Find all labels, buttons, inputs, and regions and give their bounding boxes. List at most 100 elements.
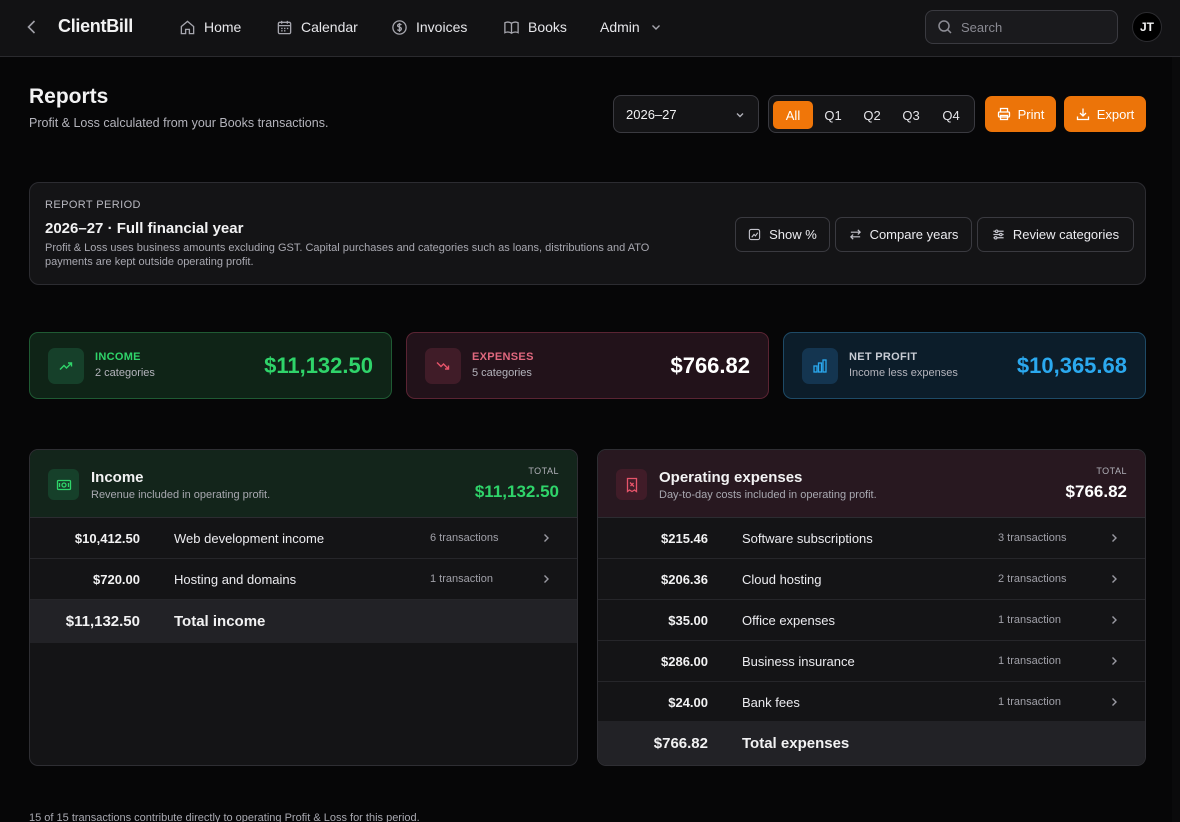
expenses-table-panel: Operating expenses Day-to-day costs incl… — [597, 449, 1146, 766]
page-scrollbar[interactable] — [1172, 57, 1180, 822]
chevron-down-icon — [734, 109, 746, 121]
expense-row[interactable]: $24.00 Bank fees 1 transaction — [598, 682, 1145, 723]
swap-arrows-icon — [849, 228, 862, 241]
income-stat-sub: 2 categories — [95, 367, 155, 379]
row-transaction-count: 1 transaction — [998, 655, 1061, 667]
row-transaction-count: 3 transactions — [998, 532, 1067, 544]
nav-invoices[interactable]: Invoices — [391, 17, 467, 37]
show-percent-button[interactable]: Show % — [735, 217, 830, 252]
chevron-right-icon — [1108, 532, 1120, 544]
page-subtitle: Profit & Loss calculated from your Books… — [29, 116, 329, 130]
row-transaction-count: 1 transaction — [998, 696, 1061, 708]
row-amount: $206.36 — [661, 572, 708, 587]
nav-admin-dropdown[interactable]: Admin — [600, 17, 662, 37]
row-transaction-count: 1 transaction — [998, 614, 1061, 626]
total-expenses-label: Total expenses — [742, 735, 850, 752]
download-icon — [1076, 107, 1090, 121]
chevron-right-icon — [1108, 614, 1120, 626]
row-amount: $286.00 — [661, 654, 708, 669]
income-stat-label: INCOME — [95, 351, 141, 363]
row-amount: $10,412.50 — [74, 531, 140, 546]
trending-up-icon — [48, 348, 84, 384]
dollar-circle-icon — [391, 19, 408, 36]
nav-home-label: Home — [204, 19, 242, 35]
page-title: Reports — [29, 85, 109, 108]
quarter-q4-button[interactable]: Q4 — [933, 101, 969, 129]
user-avatar[interactable]: JT — [1132, 12, 1162, 42]
calendar-icon — [276, 19, 293, 36]
total-income-amount: $11,132.50 — [65, 613, 140, 630]
book-icon — [503, 19, 520, 36]
row-category: Software subscriptions — [742, 531, 873, 546]
print-button[interactable]: Print — [985, 96, 1056, 132]
income-table-panel: Income Revenue included in operating pro… — [29, 449, 578, 766]
expense-row[interactable]: $206.36 Cloud hosting 2 transactions — [598, 559, 1145, 600]
income-row[interactable]: $10,412.50 Web development income 6 tran… — [30, 518, 577, 559]
income-stat-value: $11,132.50 — [264, 353, 373, 378]
show-percent-label: Show % — [769, 227, 817, 242]
nav-books-label: Books — [528, 19, 567, 35]
income-table-title: Income — [91, 469, 144, 486]
nav-home[interactable]: Home — [179, 17, 241, 37]
receipt-icon — [616, 469, 647, 500]
expenses-stat-card: EXPENSES 5 categories $766.82 — [406, 332, 769, 399]
expenses-total-row: $766.82 Total expenses — [598, 721, 1145, 765]
chevron-right-icon — [1108, 696, 1120, 708]
footer-note: 15 of 15 transactions contribute directl… — [29, 812, 420, 822]
row-category: Business insurance — [742, 654, 855, 669]
income-total-row: $11,132.50 Total income — [30, 600, 577, 643]
search-box — [925, 10, 1118, 44]
home-icon — [179, 19, 196, 36]
search-input[interactable] — [961, 17, 1111, 37]
expense-row[interactable]: $286.00 Business insurance 1 transaction — [598, 641, 1145, 682]
financial-year-select[interactable]: 2026–27 — [613, 95, 759, 133]
expense-row[interactable]: $215.46 Software subscriptions 3 transac… — [598, 518, 1145, 559]
net-profit-stat-label: NET PROFIT — [849, 351, 918, 363]
net-profit-stat-sub: Income less expenses — [849, 367, 958, 379]
nav-admin-label: Admin — [600, 19, 640, 35]
expenses-total-value: $766.82 — [1065, 482, 1127, 501]
row-category: Cloud hosting — [742, 572, 822, 587]
chevron-right-icon — [1108, 573, 1120, 585]
quarter-q3-button[interactable]: Q3 — [893, 101, 929, 129]
report-period-description: Profit & Loss uses business amounts excl… — [45, 242, 650, 268]
compare-years-button[interactable]: Compare years — [835, 217, 972, 252]
row-amount: $24.00 — [668, 695, 708, 710]
quarter-q2-button[interactable]: Q2 — [854, 101, 890, 129]
nav-calendar[interactable]: Calendar — [276, 17, 358, 37]
expenses-table-header: Operating expenses Day-to-day costs incl… — [598, 450, 1145, 518]
row-transaction-count: 1 transaction — [430, 573, 493, 585]
row-transaction-count: 6 transactions — [430, 532, 499, 544]
expense-row[interactable]: $35.00 Office expenses 1 transaction — [598, 600, 1145, 641]
quarter-q1-button[interactable]: Q1 — [815, 101, 851, 129]
row-amount: $35.00 — [668, 613, 708, 628]
net-profit-stat-card: NET PROFIT Income less expenses $10,365.… — [783, 332, 1146, 399]
expenses-table-subtitle: Day-to-day costs included in operating p… — [659, 489, 877, 501]
chevron-down-icon — [650, 21, 662, 33]
sliders-icon — [992, 228, 1005, 241]
row-category: Hosting and domains — [174, 572, 297, 587]
row-category: Web development income — [174, 531, 325, 546]
income-table-header: Income Revenue included in operating pro… — [30, 450, 577, 518]
printer-icon — [997, 107, 1011, 121]
review-categories-button[interactable]: Review categories — [977, 217, 1134, 252]
quarter-all-button[interactable]: All — [773, 101, 813, 129]
total-expenses-amount: $766.82 — [653, 735, 708, 752]
expenses-stat-sub: 5 categories — [472, 367, 532, 379]
expenses-table-title: Operating expenses — [659, 469, 803, 486]
chevron-right-icon — [1108, 655, 1120, 667]
export-button[interactable]: Export — [1064, 96, 1146, 132]
row-category: Office expenses — [742, 613, 835, 628]
print-label: Print — [1017, 106, 1045, 122]
report-period-card: REPORT PERIOD 2026–27 · Full financial y… — [29, 182, 1146, 285]
compare-years-label: Compare years — [869, 227, 959, 242]
nav-invoices-label: Invoices — [416, 19, 468, 35]
income-row[interactable]: $720.00 Hosting and domains 1 transactio… — [30, 559, 577, 600]
back-arrow-icon[interactable] — [22, 17, 42, 37]
expenses-stat-label: EXPENSES — [472, 351, 534, 363]
chevron-right-icon — [540, 532, 552, 544]
nav-books[interactable]: Books — [503, 17, 567, 37]
expenses-total-label: TOTAL — [1096, 466, 1127, 476]
total-income-label: Total income — [174, 613, 266, 630]
app-logo-text[interactable]: ClientBill — [58, 16, 133, 37]
